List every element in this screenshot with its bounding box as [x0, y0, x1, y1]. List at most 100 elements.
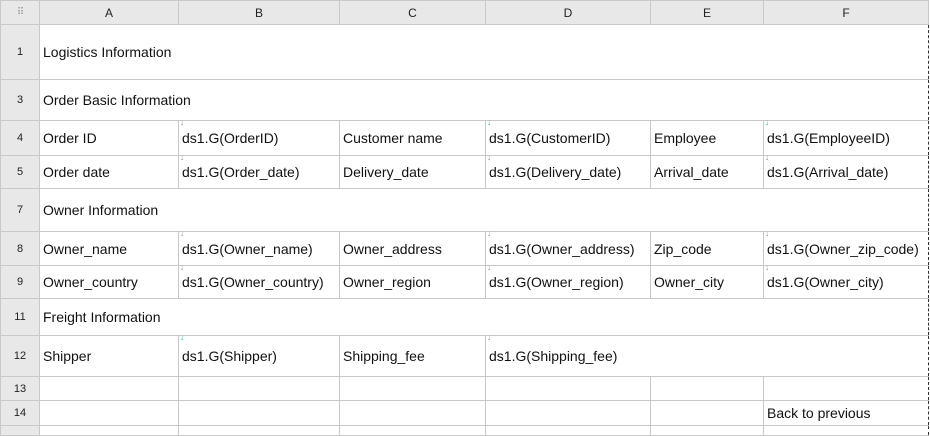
table-row	[0, 425, 929, 436]
cell[interactable]: Order date	[39, 155, 179, 189]
cell[interactable]: Owner_city	[650, 265, 764, 299]
cell[interactable]	[339, 425, 486, 436]
cell[interactable]: Owner_region	[339, 265, 486, 299]
table-row: 11 Freight Information	[0, 298, 929, 336]
cell[interactable]	[178, 400, 340, 426]
expand-down-icon: ↓	[180, 263, 184, 272]
cell-text: Owner_country	[43, 274, 138, 290]
cell-text: ds1.G(Owner_city)	[767, 274, 884, 290]
cell[interactable]: ↓ ds1.G(Owner_city)	[763, 263, 929, 299]
cell[interactable]	[763, 425, 929, 436]
expand-down-icon: ↓	[765, 263, 769, 272]
cell[interactable]: Owner_name	[39, 231, 179, 266]
row-header[interactable]: 8	[0, 231, 40, 266]
cell-text: ds1.G(Owner_region)	[489, 274, 624, 290]
table-row: 12 Shipper ↓ ds1.G(Shipper) Shipping_fee ↓ ds1…	[0, 333, 929, 377]
expand-down-icon: ↓	[487, 333, 491, 342]
expand-down-icon: ↓	[765, 153, 769, 162]
cell[interactable]: Customer name	[339, 120, 486, 156]
row-header[interactable]: 13	[0, 376, 40, 401]
table-row: 1 Logistics Information	[0, 24, 929, 80]
cell-text: Back to previous	[767, 405, 871, 421]
cell[interactable]: Logistics Information	[39, 24, 929, 80]
cell-text: ds1.G(Shipping_fee)	[489, 348, 618, 364]
expand-down-icon: ↓	[180, 118, 184, 127]
cell[interactable]	[650, 400, 764, 426]
cell-text: ds1.G(Owner_address)	[489, 240, 635, 257]
cell[interactable]: Employee	[650, 120, 764, 156]
cell-text: Delivery_date	[343, 164, 429, 180]
cell-text: Order ID	[43, 130, 97, 146]
cell[interactable]: Owner_country	[39, 265, 179, 299]
cell[interactable]: ↓ ds1.G(Delivery_date)	[485, 154, 651, 189]
cell[interactable]	[339, 400, 486, 426]
row-header[interactable]: 3	[0, 79, 40, 121]
cell[interactable]: ↓ ds1.G(Owner_address)	[485, 230, 651, 266]
cell[interactable]: Shipper	[39, 335, 179, 377]
row-header[interactable]: 4	[0, 120, 40, 156]
cell[interactable]: ↓ ds1.G(Owner_name)	[178, 229, 340, 266]
row-header[interactable]: 5	[0, 155, 40, 189]
select-all-grid-icon[interactable]: ⠿	[0, 0, 40, 25]
cell[interactable]: Order Basic Information	[39, 79, 929, 121]
column-header-a[interactable]: A	[39, 0, 179, 25]
row-header[interactable]: 12	[0, 335, 40, 377]
cell[interactable]: ↓ ds1.G(EmployeeID)	[763, 118, 929, 156]
cell[interactable]: ↓ ds1.G(Shipper)	[178, 333, 340, 377]
expand-down-icon: ↓	[765, 229, 769, 238]
cell[interactable]: Zip_code	[650, 231, 764, 266]
cell[interactable]	[650, 376, 764, 401]
cell[interactable]	[39, 425, 179, 436]
cell[interactable]	[339, 376, 486, 401]
row-header[interactable]: 14	[0, 400, 40, 426]
expand-down-icon: ↓	[180, 333, 184, 342]
cell[interactable]: ↓ ds1.G(Owner_country)	[178, 263, 340, 299]
cell[interactable]: Shipping_fee	[339, 335, 486, 377]
column-header-c[interactable]: C	[339, 0, 486, 25]
cell[interactable]	[178, 425, 340, 436]
back-to-previous-link[interactable]: Back to previous	[763, 400, 929, 426]
cell-text: Owner_name	[43, 240, 128, 257]
column-header-e[interactable]: E	[650, 0, 764, 25]
cell[interactable]	[39, 376, 179, 401]
cell[interactable]: Order ID	[39, 120, 179, 156]
cell[interactable]: ↓ ds1.G(Arrival_date)	[763, 153, 929, 189]
cell-text: ds1.G(OrderID)	[182, 130, 279, 146]
cell[interactable]: ↓ ds1.G(Owner_zip_code)	[763, 229, 929, 266]
cell[interactable]	[178, 376, 340, 401]
cell-text: ds1.G(CustomerID)	[489, 130, 611, 146]
cell[interactable]: ↓ ds1.G(CustomerID)	[485, 119, 651, 156]
expand-down-icon: ↓	[487, 263, 491, 272]
row-header[interactable]: 7	[0, 188, 40, 232]
column-header-f[interactable]: F	[763, 0, 929, 25]
cell[interactable]: Owner_address	[339, 231, 486, 266]
cell[interactable]	[39, 400, 179, 426]
cell[interactable]	[763, 376, 929, 401]
cell[interactable]	[485, 400, 651, 426]
expand-down-icon: ↓	[180, 153, 184, 162]
cell[interactable]: ↓ ds1.G(Shipping_fee)	[485, 333, 929, 377]
column-header-b[interactable]: B	[178, 0, 340, 25]
cell[interactable]: Owner Information	[39, 188, 929, 232]
cell-text: ds1.G(Arrival_date)	[767, 164, 889, 180]
row-header[interactable]: 11	[0, 298, 40, 336]
cell-text: Owner Information	[43, 202, 159, 218]
row-header[interactable]	[0, 425, 40, 436]
row-header[interactable]: 1	[0, 24, 40, 80]
table-row: 8 Owner_name ↓ ds1.G(Owner_name) Owner_addre…	[0, 229, 929, 266]
cell[interactable]: ↓ ds1.G(OrderID)	[178, 118, 340, 156]
cell[interactable]	[650, 425, 764, 436]
expand-down-icon: ↓	[180, 229, 184, 238]
cell[interactable]	[485, 425, 651, 436]
column-header-d[interactable]: D	[485, 0, 651, 25]
cell[interactable]: Arrival_date	[650, 155, 764, 189]
cell[interactable]: ↓ ds1.G(Order_date)	[178, 153, 340, 189]
cell[interactable]	[485, 376, 651, 401]
row-header[interactable]: 9	[0, 265, 40, 299]
cell[interactable]: ↓ ds1.G(Owner_region)	[485, 263, 651, 299]
cell[interactable]: Freight Information	[39, 298, 929, 336]
cell-text: Order Basic Information	[43, 92, 191, 108]
cell[interactable]: Delivery_date	[339, 155, 486, 189]
expand-down-icon: ↓	[765, 118, 769, 127]
cell-text: ds1.G(Order_date)	[182, 164, 300, 180]
